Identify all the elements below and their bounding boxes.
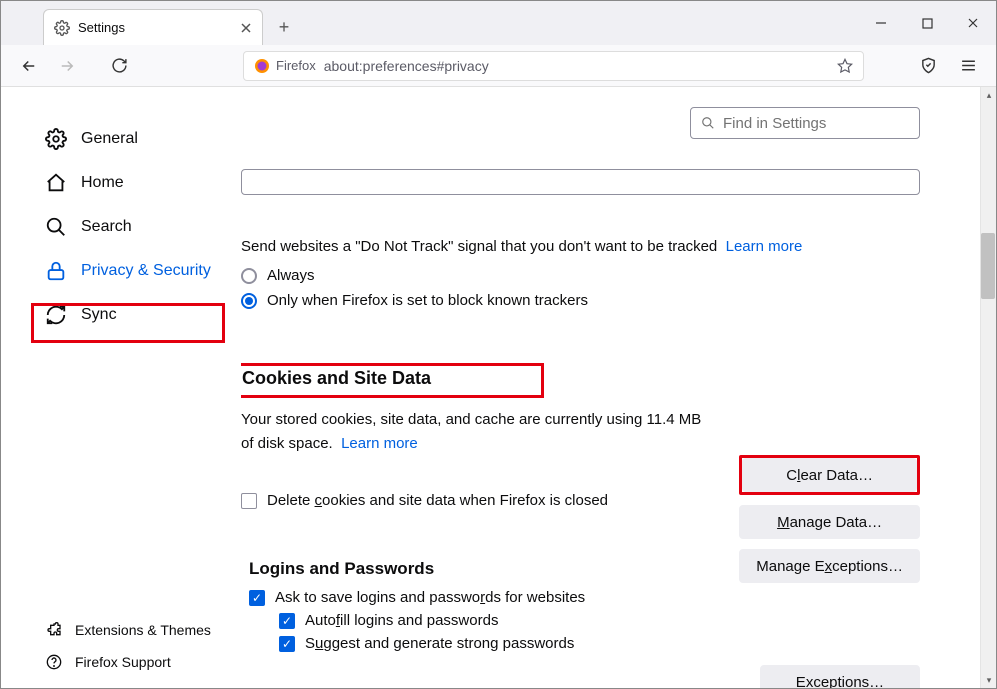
toolbar: Firefox about:preferences#privacy xyxy=(1,45,996,87)
scrollbar-thumb[interactable] xyxy=(981,233,995,299)
settings-main: Find in Settings Send websites a "Do Not… xyxy=(241,87,980,688)
manage-data-button[interactable]: Manage Data… xyxy=(739,505,920,539)
cookies-learn-more-link[interactable]: Learn more xyxy=(341,435,418,452)
tab-title: Settings xyxy=(78,20,232,35)
checkbox-icon xyxy=(279,636,295,652)
search-icon xyxy=(45,216,67,238)
partial-box xyxy=(241,169,920,195)
shield-icon[interactable] xyxy=(914,52,942,80)
puzzle-icon xyxy=(45,621,63,639)
close-tab-icon[interactable] xyxy=(240,22,252,34)
gear-icon xyxy=(54,20,70,36)
checkbox-label: Delete cookies and site data when Firefo… xyxy=(267,492,608,509)
logins-exceptions-button[interactable]: Exceptions… xyxy=(760,665,920,688)
window-maximize[interactable] xyxy=(904,1,950,45)
cookies-heading: Cookies and Site Data xyxy=(242,368,431,389)
radio-icon xyxy=(241,268,257,284)
back-button[interactable] xyxy=(15,52,43,80)
window-close[interactable] xyxy=(950,1,996,45)
app-menu-icon[interactable] xyxy=(954,52,982,80)
sidebar-support[interactable]: Firefox Support xyxy=(37,646,241,678)
suggest-passwords-checkbox[interactable]: Suggest and generate strong passwords xyxy=(279,635,920,652)
sidebar-label: Search xyxy=(81,218,132,236)
dnt-option-always[interactable]: Always xyxy=(241,267,920,284)
radio-label: Only when Firefox is set to block known … xyxy=(267,292,588,309)
scroll-up-icon[interactable]: ▴ xyxy=(981,87,996,103)
dnt-option-only-blocking[interactable]: Only when Firefox is set to block known … xyxy=(241,292,920,309)
bookmark-star-icon[interactable] xyxy=(837,58,853,74)
sidebar-label: Extensions & Themes xyxy=(75,622,211,638)
checkbox-icon xyxy=(249,590,265,606)
sync-icon xyxy=(45,304,67,326)
checkbox-label: Suggest and generate strong passwords xyxy=(305,635,574,652)
ask-save-logins-checkbox[interactable]: Ask to save logins and passwords for web… xyxy=(249,589,920,606)
sidebar-label: Privacy & Security xyxy=(81,262,211,280)
home-icon xyxy=(45,172,67,194)
titlebar: Settings + xyxy=(1,1,996,45)
window-minimize[interactable] xyxy=(858,1,904,45)
firefox-icon xyxy=(254,58,270,74)
lock-icon xyxy=(45,260,67,282)
sidebar-item-search[interactable]: Search xyxy=(37,205,241,249)
sidebar-item-privacy[interactable]: Privacy & Security xyxy=(37,249,241,293)
find-in-settings[interactable]: Find in Settings xyxy=(690,107,920,139)
checkbox-icon xyxy=(279,613,295,629)
identity-label: Firefox xyxy=(276,58,316,73)
clear-data-button[interactable]: Clear Data… xyxy=(742,458,917,492)
dnt-learn-more-link[interactable]: Learn more xyxy=(726,238,803,255)
settings-sidebar: General Home Search Privacy & Security xyxy=(1,87,241,688)
radio-label: Always xyxy=(267,267,315,284)
checkbox-icon xyxy=(241,493,257,509)
sidebar-label: Firefox Support xyxy=(75,654,171,670)
highlight-clear-data: Clear Data… xyxy=(739,455,920,495)
checkbox-label: Ask to save logins and passwords for web… xyxy=(275,589,585,606)
sidebar-extensions[interactable]: Extensions & Themes xyxy=(37,614,241,646)
gear-icon xyxy=(45,128,67,150)
scroll-down-icon[interactable]: ▾ xyxy=(981,672,996,688)
url-text: about:preferences#privacy xyxy=(324,58,829,74)
autofill-logins-checkbox[interactable]: Autofill logins and passwords xyxy=(279,612,920,629)
dnt-description: Send websites a "Do Not Track" signal th… xyxy=(241,235,920,259)
forward-button[interactable] xyxy=(53,52,81,80)
highlight-cookies-heading: Cookies and Site Data xyxy=(241,363,544,398)
url-bar[interactable]: Firefox about:preferences#privacy xyxy=(243,51,864,81)
scrollbar[interactable]: ▴ ▾ xyxy=(980,87,996,688)
find-placeholder: Find in Settings xyxy=(723,115,826,132)
radio-icon xyxy=(241,293,257,309)
manage-exceptions-button[interactable]: Manage Exceptions… xyxy=(739,549,920,583)
sidebar-item-home[interactable]: Home xyxy=(37,161,241,205)
sidebar-item-sync[interactable]: Sync xyxy=(37,293,241,337)
browser-tab[interactable]: Settings xyxy=(43,9,263,45)
sidebar-label: General xyxy=(81,130,138,148)
help-icon xyxy=(45,653,63,671)
sidebar-label: Sync xyxy=(81,306,117,324)
reload-button[interactable] xyxy=(105,52,133,80)
sidebar-label: Home xyxy=(81,174,124,192)
cookies-description: Your stored cookies, site data, and cach… xyxy=(241,408,711,456)
sidebar-item-general[interactable]: General xyxy=(37,117,241,161)
search-icon xyxy=(701,116,715,130)
site-identity[interactable]: Firefox xyxy=(254,58,316,74)
checkbox-label: Autofill logins and passwords xyxy=(305,612,498,629)
new-tab-button[interactable]: + xyxy=(269,12,299,42)
